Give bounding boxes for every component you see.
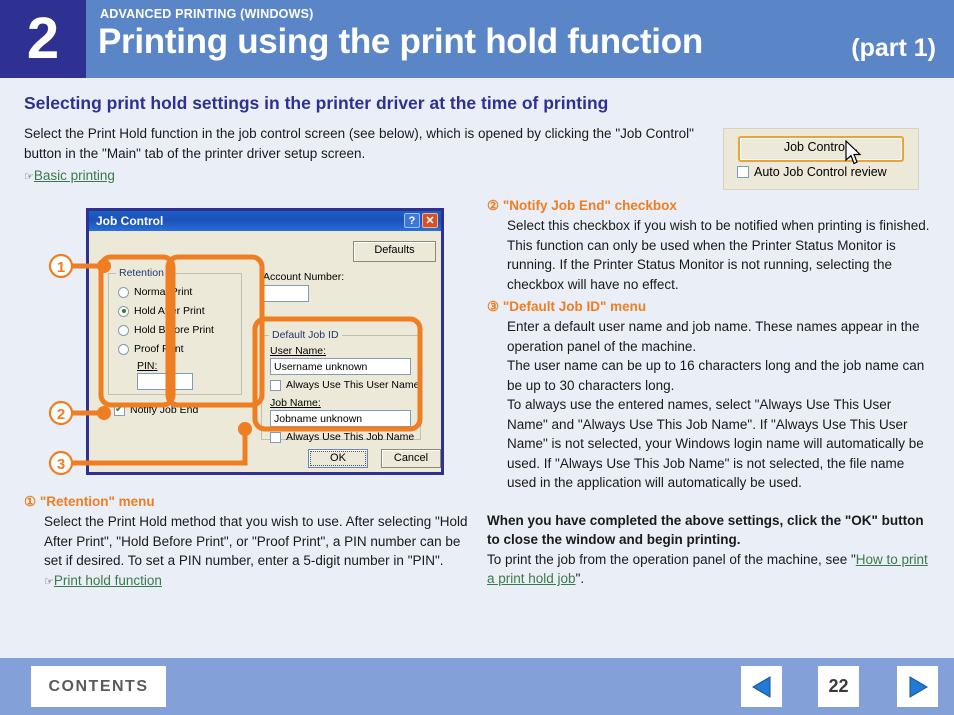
- auto-job-control-review-checkbox[interactable]: [737, 166, 749, 178]
- notify-job-end-label: Notify Job End: [130, 404, 199, 416]
- radio-icon-selected[interactable]: [118, 305, 129, 317]
- pin-input[interactable]: [137, 373, 193, 390]
- contents-button[interactable]: CONTENTS: [31, 666, 166, 707]
- item-2: ② "Notify Job End" checkbox Select this …: [487, 196, 935, 294]
- pointing-hand-icon: ☞: [44, 575, 54, 588]
- page-header: 2 ADVANCED PRINTING (WINDOWS) Printing u…: [0, 0, 954, 78]
- default-job-id-group: Default Job ID User Name: Username unkno…: [261, 329, 421, 443]
- notify-job-end-checkbox[interactable]: [114, 404, 125, 416]
- previous-page-button[interactable]: [741, 666, 782, 707]
- radio-hold-before-print[interactable]: Hold Before Print: [118, 324, 214, 336]
- always-use-user-name-row[interactable]: Always Use This User Name: [270, 379, 419, 391]
- item-3: ③ "Default Job ID" menu Enter a default …: [487, 297, 935, 493]
- retention-group-title: Retention: [116, 267, 167, 279]
- user-name-input[interactable]: Username unknown: [270, 358, 411, 375]
- header-kicker: ADVANCED PRINTING (WINDOWS): [100, 7, 314, 21]
- radio-icon[interactable]: [118, 343, 129, 355]
- radio-label: Hold Before Print: [134, 324, 214, 336]
- ok-button[interactable]: OK: [308, 449, 368, 468]
- default-job-id-group-title: Default Job ID: [269, 329, 342, 341]
- job-control-snippet: Job Control... Auto Job Control review: [723, 128, 919, 190]
- triangle-right-icon: [909, 675, 928, 698]
- closing-text-before: To print the job from the operation pane…: [487, 551, 856, 567]
- page-title: Printing using the print hold function: [98, 22, 703, 61]
- basic-printing-link[interactable]: Basic printing: [34, 168, 115, 183]
- closing-bold-text: When you have completed the above settin…: [487, 512, 924, 548]
- close-icon[interactable]: ✕: [422, 213, 438, 228]
- item-3-body-2: The user name can be up to 16 characters…: [507, 358, 925, 393]
- account-number-label: Account Number:: [263, 271, 345, 283]
- job-control-dialog: Job Control ? ✕ Defaults Retention Norma…: [86, 208, 444, 475]
- item-2-body-2: This function can only be used when the …: [507, 237, 896, 292]
- defaults-button[interactable]: Defaults: [353, 241, 436, 262]
- item-2-heading: ② "Notify Job End" checkbox: [487, 198, 677, 213]
- job-name-input[interactable]: Jobname unknown: [270, 410, 411, 427]
- pointing-hand-icon: ☞: [24, 171, 34, 183]
- page-number: 22: [818, 666, 859, 707]
- auto-job-control-review-row[interactable]: Auto Job Control review: [737, 165, 887, 179]
- item-3-heading: ③ "Default Job ID" menu: [487, 299, 647, 314]
- triangle-left-icon: [751, 675, 770, 698]
- header-part-label: (part 1): [851, 34, 936, 62]
- radio-proof-print[interactable]: Proof Print: [118, 343, 184, 355]
- cancel-button[interactable]: Cancel: [381, 449, 441, 468]
- radio-normal-print[interactable]: Normal Print: [118, 286, 192, 298]
- basic-printing-reference: ☞Basic printing: [24, 166, 115, 187]
- item-1: ① "Retention" menu Select the Print Hold…: [24, 492, 472, 592]
- always-use-user-name-label: Always Use This User Name: [286, 379, 420, 391]
- closing-text-after: ".: [575, 571, 585, 586]
- chapter-number: 2: [0, 0, 86, 78]
- svg-text:2: 2: [57, 406, 65, 423]
- notify-job-end-row[interactable]: Notify Job End: [114, 404, 198, 416]
- dialog-titlebar: Job Control ? ✕: [89, 211, 441, 231]
- item-1-body: Select the Print Hold method that you wi…: [44, 514, 468, 568]
- radio-label: Normal Print: [134, 286, 193, 298]
- radio-icon[interactable]: [118, 324, 129, 336]
- always-use-job-name-label: Always Use This Job Name: [286, 431, 415, 443]
- item-1-reference: ☞Print hold function: [24, 571, 472, 592]
- page-footer: CONTENTS 22: [0, 658, 954, 715]
- always-use-user-name-checkbox[interactable]: [270, 379, 281, 391]
- radio-icon[interactable]: [118, 286, 129, 298]
- item-1-heading: ① "Retention" menu: [24, 494, 155, 509]
- user-name-label: User Name:: [270, 345, 327, 357]
- mouse-pointer-icon: [845, 140, 862, 165]
- job-name-label: Job Name:: [270, 397, 321, 409]
- radio-label: Hold After Print: [134, 305, 205, 317]
- intro-paragraph: Select the Print Hold function in the jo…: [24, 126, 694, 161]
- next-page-button[interactable]: [897, 666, 938, 707]
- left-column: ① "Retention" menu Select the Print Hold…: [24, 492, 472, 595]
- dialog-title: Job Control: [96, 214, 164, 228]
- job-control-button[interactable]: Job Control...: [738, 136, 904, 162]
- always-use-job-name-row[interactable]: Always Use This Job Name: [270, 431, 414, 443]
- section-heading: Selecting print hold settings in the pri…: [24, 93, 609, 113]
- account-number-input[interactable]: [263, 285, 309, 302]
- retention-group: Retention Normal Print Hold After Print …: [108, 267, 242, 395]
- print-hold-function-link[interactable]: Print hold function: [54, 573, 162, 588]
- item-3-body-1: Enter a default user name and job name. …: [507, 319, 920, 354]
- pin-label: PIN:: [137, 360, 158, 372]
- radio-hold-after-print[interactable]: Hold After Print: [118, 305, 205, 317]
- item-3-body-3: To always use the entered names, select …: [507, 397, 924, 490]
- svg-text:3: 3: [57, 456, 65, 473]
- closing-body-text: To print the job from the operation pane…: [487, 550, 935, 589]
- right-column: ② "Notify Job End" checkbox Select this …: [487, 196, 935, 589]
- always-use-job-name-checkbox[interactable]: [270, 431, 281, 443]
- auto-job-control-review-label: Auto Job Control review: [754, 165, 887, 179]
- item-2-body-1: Select this checkbox if you wish to be n…: [507, 218, 930, 233]
- svg-text:1: 1: [57, 259, 65, 276]
- help-icon[interactable]: ?: [404, 213, 420, 228]
- radio-label: Proof Print: [134, 343, 184, 355]
